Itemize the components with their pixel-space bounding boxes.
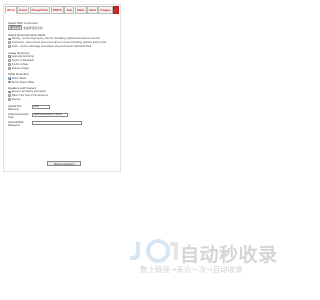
- radio-button[interactable]: [8, 59, 11, 62]
- ocr-row: Optical Text Recovery Auto ▾: [8, 104, 120, 111]
- reconstruction-option-exact[interactable]: Exact - recover exact page presentation …: [8, 45, 120, 49]
- password-input[interactable]: [32, 120, 82, 125]
- password-row: Optional PDF Password: [8, 120, 120, 127]
- file-picker: 选择文件 未选择任何文件: [8, 24, 120, 31]
- image-option-remove[interactable]: Remove Images: [8, 66, 120, 70]
- ocr-label: Optical Text Recovery: [8, 104, 22, 111]
- output-type-row: Output Document Type Word Document (*.do…: [8, 112, 120, 119]
- tab-table[interactable]: Table: [74, 6, 87, 14]
- tab-text[interactable]: Text: [64, 6, 75, 14]
- tab-more[interactable]: [113, 6, 120, 14]
- format-tabs: Word Excel PowerPoint PDF/A Text Table H…: [4, 5, 122, 14]
- radio-button[interactable]: [8, 55, 11, 59]
- file-status: 未选择任何文件: [23, 25, 43, 30]
- watermark-logo-icon: [130, 239, 178, 263]
- tab-word[interactable]: Word: [5, 6, 17, 14]
- file-section-label: Select PDF to Convert: [8, 21, 38, 25]
- output-type-label: Output Document Type: [8, 112, 29, 119]
- reconstruction-option-continuous[interactable]: Continuous - detect source and recover a…: [8, 41, 120, 45]
- watermark-title: 自动秒收录: [180, 244, 278, 266]
- headers-option-remove[interactable]: Remove: [8, 98, 120, 102]
- chevron-down-icon: ▾: [47, 104, 49, 107]
- start-conversion-button[interactable]: Start Conversion: [47, 161, 81, 166]
- radio-button[interactable]: [8, 98, 11, 102]
- tab-html[interactable]: Html: [87, 6, 98, 14]
- tab-images[interactable]: Images: [98, 6, 113, 14]
- converter-panel: Word Excel PowerPoint PDF/A Text Table H…: [3, 4, 121, 172]
- watermark-subtitle: 数上链接→来访一次→自动收录: [140, 265, 243, 274]
- tab-excel[interactable]: Excel: [17, 6, 30, 14]
- ocr-select[interactable]: Auto ▾: [32, 104, 50, 109]
- radio-button[interactable]: [8, 66, 11, 70]
- radio-button[interactable]: [8, 37, 11, 41]
- watermark: 自动秒收录 数上链接→来访一次→自动收录: [128, 238, 288, 278]
- tab-pdfa[interactable]: PDF/A: [50, 6, 64, 14]
- output-type-select[interactable]: Word Document (*.docx) ▾: [32, 112, 68, 117]
- choose-file-button[interactable]: 选择文件: [8, 24, 23, 31]
- radio-button[interactable]: [8, 80, 11, 84]
- radio-button[interactable]: [8, 45, 11, 49]
- tab-powerpoint[interactable]: PowerPoint: [29, 6, 51, 14]
- radio-button[interactable]: [8, 76, 11, 80]
- table-option-no-detect[interactable]: Do Not Detect Tables: [8, 80, 120, 84]
- chevron-down-icon: ▾: [65, 112, 67, 115]
- password-label: Optional PDF Password: [8, 120, 24, 127]
- converter-form: Select PDF to Convert 选择文件 未选择任何文件 Selec…: [8, 19, 120, 127]
- radio-button[interactable]: [8, 63, 11, 66]
- radio-button[interactable]: [8, 90, 11, 94]
